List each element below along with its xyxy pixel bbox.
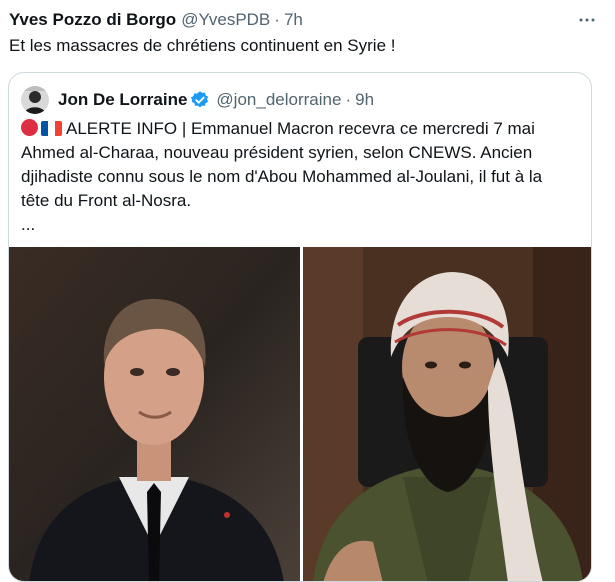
author-name[interactable]: Yves Pozzo di Borgo: [9, 8, 176, 32]
photo-grid: [9, 247, 591, 581]
quoted-text-line-2: Ahmed al-Charaa, nouveau président syrie…: [21, 143, 533, 162]
photo-right[interactable]: [303, 247, 591, 581]
red-circle-icon: [21, 119, 38, 136]
quoted-text-line-4: tête du Front al-Nosra.: [21, 191, 192, 210]
quoted-text-line-3: djihadiste connu sous le nom d'Abou Moha…: [21, 167, 543, 186]
quoted-tweet-timestamp[interactable]: 9h: [355, 90, 374, 110]
author-handle[interactable]: @YvesPDB: [181, 8, 270, 32]
quoted-text-line: ALERTE INFO | Emmanuel Macron recevra ce…: [21, 117, 581, 141]
quoted-tweet-header: Jon De Lorraine @jon_delorraine · 9h: [21, 85, 374, 115]
quoted-text-line-5: ...: [21, 215, 36, 234]
verified-badge-icon: [190, 90, 210, 110]
avatar[interactable]: [21, 86, 49, 114]
separator-dot: ·: [345, 90, 352, 109]
tweet-timestamp[interactable]: 7h: [284, 8, 303, 32]
tweet-text: Et les massacres de chrétiens continuent…: [9, 36, 396, 55]
more-options-button[interactable]: [575, 8, 599, 32]
more-horizontal-icon: [579, 18, 595, 22]
tweet[interactable]: Yves Pozzo di Borgo @YvesPDB · 7h Et les…: [0, 0, 615, 582]
quoted-tweet-text: ALERTE INFO | Emmanuel Macron recevra ce…: [21, 117, 581, 237]
tweet-header: Yves Pozzo di Borgo @YvesPDB · 7h: [9, 8, 599, 32]
photo-left[interactable]: [9, 247, 300, 581]
quoted-author-name[interactable]: Jon De Lorraine: [58, 90, 187, 110]
quoted-text-line-1: ALERTE INFO | Emmanuel Macron recevra ce…: [66, 119, 535, 138]
quoted-author-handle[interactable]: @jon_delorraine: [216, 90, 341, 110]
flag-france-icon: [41, 121, 62, 136]
separator-dot: ·: [274, 10, 280, 29]
quoted-tweet[interactable]: Jon De Lorraine @jon_delorraine · 9h ALE…: [8, 72, 592, 582]
